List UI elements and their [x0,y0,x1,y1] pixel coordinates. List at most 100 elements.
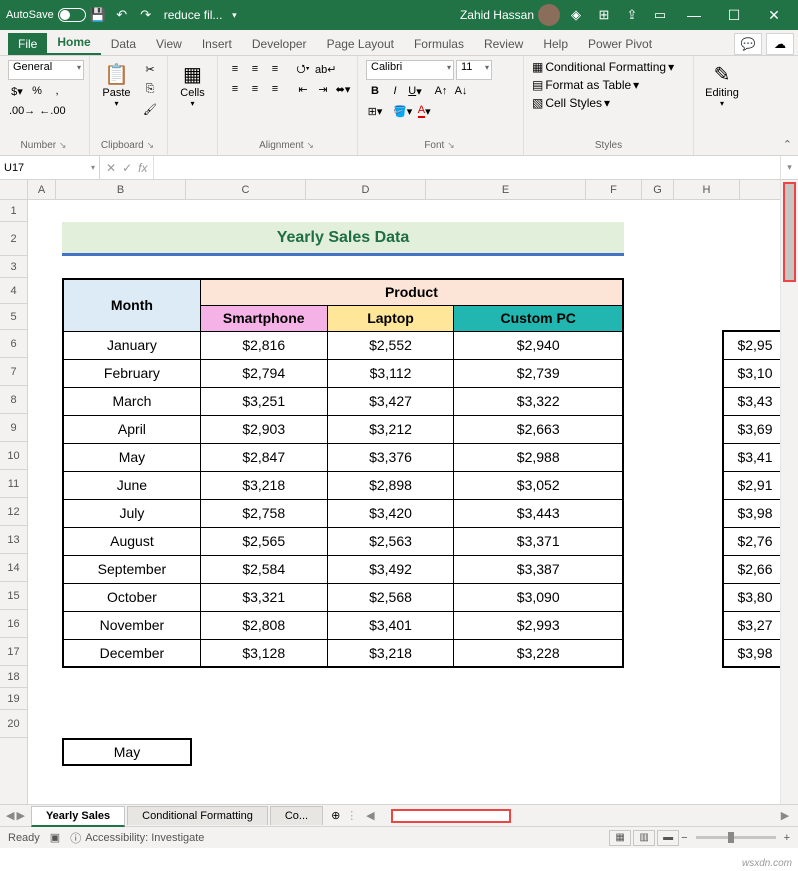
row-header-11[interactable]: 11 [0,470,27,498]
hscroll-right-icon[interactable]: ▶ [778,809,792,822]
fill-color-icon[interactable]: 🪣▾ [392,102,413,120]
italic-icon[interactable]: I [386,82,404,100]
row-header-17[interactable]: 17 [0,638,27,666]
row-header-7[interactable]: 7 [0,358,27,386]
col-header-G[interactable]: G [642,180,674,199]
row-header-6[interactable]: 6 [0,330,27,358]
decrease-decimal-icon[interactable]: ←.00 [38,102,66,120]
row-header-15[interactable]: 15 [0,582,27,610]
align-middle-icon[interactable]: ≡ [246,60,264,78]
hscroll-left-icon[interactable]: ◀ [363,809,377,822]
launcher-icon[interactable]: ↘ [147,140,157,150]
sheet-nav-next-icon[interactable]: ▶ [16,809,24,822]
toggle-switch-icon[interactable] [58,8,86,22]
tab-page-layout[interactable]: Page Layout [317,33,404,55]
format-as-table-button[interactable]: ▤ Format as Table▾ [532,78,639,92]
decrease-font-icon[interactable]: A↓ [452,82,470,100]
normal-view-icon[interactable]: ▦ [609,830,631,846]
currency-icon[interactable]: $▾ [8,82,26,100]
close-button[interactable]: ✕ [756,0,792,30]
comma-icon[interactable]: , [48,82,66,100]
row-header-16[interactable]: 16 [0,610,27,638]
share-icon[interactable]: ⇪ [623,6,641,24]
tab-power-pivot[interactable]: Power Pivot [578,33,662,55]
minimize-button[interactable]: — [676,0,712,30]
cut-icon[interactable]: ✂ [141,60,159,78]
share-button[interactable]: ☁ [766,33,794,55]
tab-data[interactable]: Data [101,33,146,55]
avatar-icon[interactable] [538,4,560,26]
number-format-combo[interactable]: General [8,60,84,80]
new-sheet-icon[interactable]: ⊕ [325,809,346,822]
vscroll-thumb[interactable] [783,182,796,282]
autosave-toggle[interactable]: AutoSave [6,8,86,22]
sheet-tab-yearly-sales[interactable]: Yearly Sales [31,806,125,827]
expand-formula-icon[interactable]: ▾ [780,156,798,179]
cells-area[interactable]: Yearly Sales Data MonthProductSmartphone… [28,200,780,804]
editing-button[interactable]: ✎ Editing ▾ [702,60,742,110]
tab-formulas[interactable]: Formulas [404,33,474,55]
col-header-H[interactable]: H [674,180,740,199]
username-label[interactable]: Zahid Hassan [460,8,534,22]
align-top-icon[interactable]: ≡ [226,60,244,78]
cancel-icon[interactable]: ✕ [106,161,116,175]
dropdown-icon[interactable]: ▾ [225,6,243,24]
column-headers[interactable]: ABCDEFGH [28,180,780,200]
row-header-5[interactable]: 5 [0,304,27,330]
row-header-3[interactable]: 3 [0,256,27,278]
percent-icon[interactable]: % [28,82,46,100]
align-bottom-icon[interactable]: ≡ [266,60,284,78]
tab-file[interactable]: File [8,33,47,55]
tab-help[interactable]: Help [533,33,578,55]
horizontal-scrollbar[interactable]: ◀ ▶ [361,809,794,823]
filename-label[interactable]: reduce fil... [164,8,223,22]
sheet-tab-co[interactable]: Co... [270,806,323,825]
orientation-icon[interactable]: ⭯▾ [294,60,312,78]
row-header-12[interactable]: 12 [0,498,27,526]
align-right-icon[interactable]: ≡ [266,80,284,98]
formula-input[interactable] [154,156,780,179]
row-headers[interactable]: 1234567891011121314151617181920 [0,200,28,804]
col-header-D[interactable]: D [306,180,426,199]
col-header-B[interactable]: B [56,180,186,199]
tab-review[interactable]: Review [474,33,533,55]
macro-icon[interactable]: ▣ [50,831,60,844]
row-header-1[interactable]: 1 [0,200,27,222]
row-header-9[interactable]: 9 [0,414,27,442]
undo-icon[interactable]: ↶ [113,6,131,24]
increase-font-icon[interactable]: A↑ [432,82,450,100]
align-left-icon[interactable]: ≡ [226,80,244,98]
accessibility-icon[interactable]: ⓘ [70,830,81,846]
select-all-button[interactable] [0,180,28,200]
fx-icon[interactable]: fx [138,161,147,175]
page-layout-view-icon[interactable]: ▥ [633,830,655,846]
zoom-out-icon[interactable]: − [681,832,687,844]
launcher-icon[interactable]: ↘ [447,140,457,150]
merge-icon[interactable]: ⬌▾ [334,80,352,98]
font-color-icon[interactable]: A▾ [415,102,433,120]
redo-icon[interactable]: ↷ [137,6,155,24]
row-header-19[interactable]: 19 [0,688,27,710]
increase-decimal-icon[interactable]: .00→ [8,102,36,120]
enter-icon[interactable]: ✓ [122,161,132,175]
comments-button[interactable]: 💬 [734,33,762,55]
row-header-18[interactable]: 18 [0,666,27,688]
accessibility-label[interactable]: Accessibility: Investigate [85,832,204,844]
diamond-icon[interactable]: ◈ [567,6,585,24]
page-break-view-icon[interactable]: ▬ [657,830,679,846]
bold-icon[interactable]: B [366,82,384,100]
row-header-4[interactable]: 4 [0,278,27,304]
zoom-in-icon[interactable]: + [784,832,790,844]
row-header-2[interactable]: 2 [0,222,27,256]
font-size-combo[interactable]: 11 [456,60,492,80]
copy-icon[interactable]: ⎘ [141,80,159,98]
row-header-14[interactable]: 14 [0,554,27,582]
cells-button[interactable]: ▦ Cells ▾ [176,60,209,110]
cell-styles-button[interactable]: ▧ Cell Styles▾ [532,96,610,110]
col-header-E[interactable]: E [426,180,586,199]
conditional-formatting-button[interactable]: ▦ Conditional Formatting▾ [532,60,674,74]
tab-view[interactable]: View [146,33,192,55]
tab-home[interactable]: Home [47,31,100,55]
maximize-button[interactable]: ☐ [716,0,752,30]
window-icon[interactable]: ▭ [651,6,669,24]
